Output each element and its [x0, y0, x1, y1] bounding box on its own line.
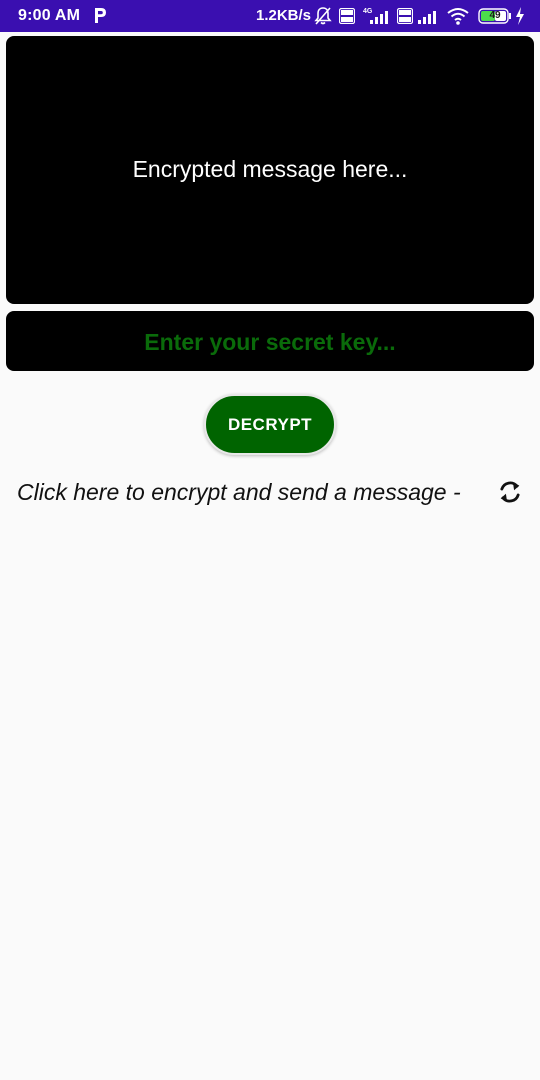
wifi-icon [447, 8, 469, 25]
svg-text:4G: 4G [363, 8, 373, 15]
encrypt-and-send-link[interactable]: Click here to encrypt and send a message… [17, 479, 461, 506]
alarm-off-icon [314, 7, 332, 25]
encrypted-message-box: Encrypted message here... [6, 36, 534, 304]
volte-icon [339, 8, 355, 24]
encrypted-message-text: Encrypted message here... [132, 155, 408, 182]
status-bar: 9:00 AM 1.2KB/s 4G 49 [0, 0, 540, 32]
battery-level: 49 [489, 10, 501, 21]
secret-key-field[interactable] [6, 311, 534, 371]
signal-icon [418, 11, 436, 24]
refresh-icon[interactable] [496, 478, 524, 506]
network-speed: 1.2KB/s [256, 7, 312, 24]
decrypt-button[interactable]: DECRYPT [204, 394, 336, 455]
parking-icon [95, 8, 106, 23]
charging-icon [516, 7, 524, 25]
secret-key-input[interactable] [6, 329, 534, 356]
status-time: 9:00 AM [18, 7, 81, 24]
volte-icon [397, 8, 413, 24]
signal-4g-icon: 4G [363, 8, 388, 24]
